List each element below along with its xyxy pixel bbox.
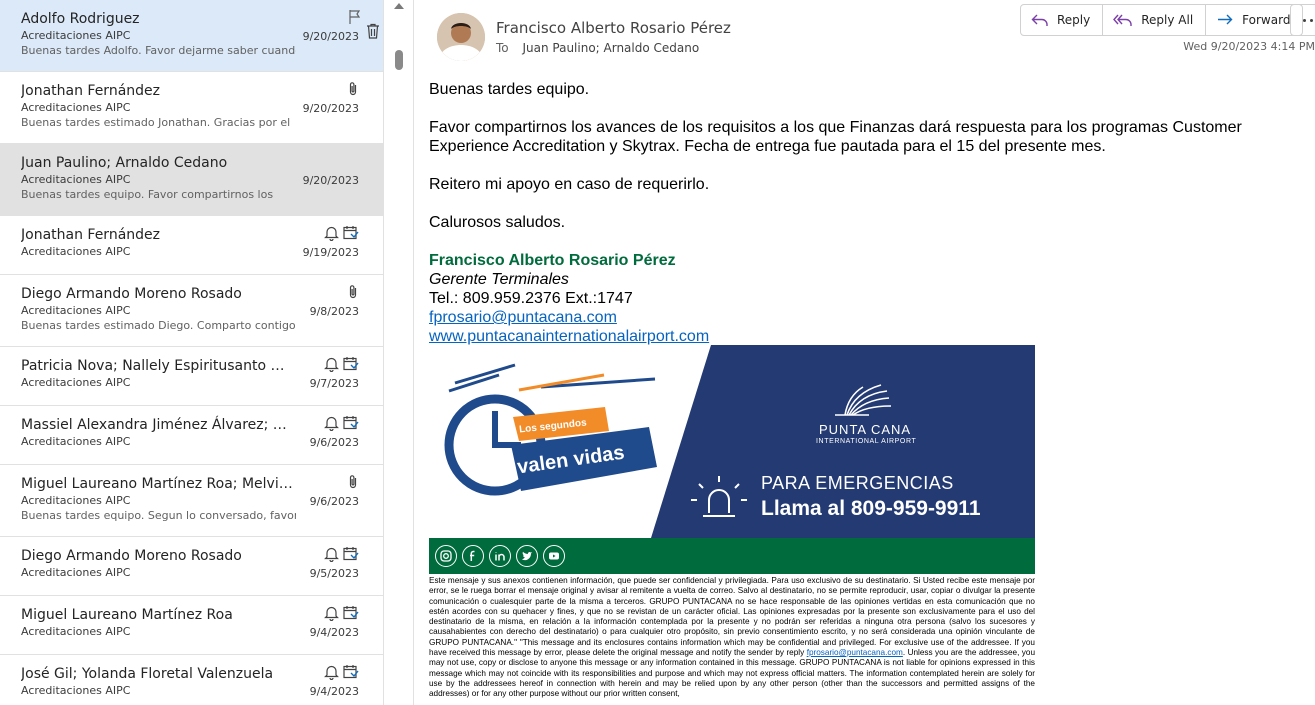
message-date: 9/6/2023 [309,436,359,449]
attachment-icon [347,81,359,97]
attachment-icon [347,284,359,300]
message-sender: Diego Armando Moreno Rosado [21,548,242,564]
reminder-bell-icon [324,356,339,372]
message-sender: Diego Armando Moreno Rosado [21,286,242,302]
delete-icon[interactable] [366,23,380,39]
message-date: 9/4/2023 [309,626,359,639]
meeting-calendar-icon [343,225,359,241]
signature-banner[interactable]: Los segundos valen vidas PUNTA CANA INTE… [429,345,1035,538]
banner-brand: PUNTA CANA [819,422,912,437]
message-item[interactable]: Diego Armando Moreno Rosado Acreditacion… [0,537,383,596]
message-sender: Miguel Laureano Martínez Roa; Melvin... [21,476,293,492]
message-sender: Massiel Alexandra Jiménez Álvarez; Ya... [21,417,293,433]
reminder-bell-icon [324,605,339,621]
reply-icon [1031,13,1049,27]
banner-call: Llama al 809-959-9911 [761,497,981,520]
more-dots-icon [1303,18,1306,22]
message-date: 9/4/2023 [309,685,359,698]
message-date: 9/8/2023 [309,305,359,318]
message-date: 9/5/2023 [309,567,359,580]
instagram-icon[interactable] [435,545,457,567]
message-sender: Adolfo Rodriguez [21,11,140,27]
message-item[interactable]: Jonathan Fernández Acreditaciones AIPC B… [0,72,383,144]
disclaimer-email-link[interactable]: fprosario@puntacana.com [807,648,903,657]
body-paragraph: Favor compartirnos los avances de los re… [429,119,1242,155]
message-item[interactable]: Massiel Alexandra Jiménez Álvarez; Ya...… [0,406,383,465]
message-item[interactable]: Adolfo Rodriguez Acreditaciones AIPC Bue… [0,0,383,72]
recipients-line: To Juan Paulino; Arnaldo Cedano [496,41,699,55]
reminder-bell-icon [324,546,339,562]
message-preview: Buenas tardes equipo. Segun lo conversad… [21,509,296,522]
twitter-icon[interactable] [516,545,538,567]
meeting-calendar-icon [343,605,359,621]
sender-avatar [437,13,485,61]
message-preview: Buenas tardes estimado Diego. Comparto c… [21,319,296,332]
message-date: 9/7/2023 [309,377,359,390]
message-item[interactable]: Jonathan Fernández Acreditaciones AIPC 9… [0,216,383,275]
signature-email-link[interactable]: fprosario@puntacana.com [429,309,617,326]
message-date: 9/20/2023 [302,102,359,115]
message-sender: Miguel Laureano Martínez Roa [21,607,233,623]
message-sender: Juan Paulino; Arnaldo Cedano [21,155,228,171]
meeting-calendar-icon [343,415,359,431]
meeting-calendar-icon [343,664,359,680]
message-preview: Buenas tardes Adolfo. Favor dejarme sabe… [21,44,296,57]
reminder-bell-icon [324,415,339,431]
message-item[interactable]: Miguel Laureano Martínez Roa Acreditacio… [0,596,383,655]
banner-brand-sub: INTERNATIONAL AIRPORT [816,438,917,445]
signature-name: Francisco Alberto Rosario Pérez [429,252,676,269]
message-item[interactable]: José Gil; Yolanda Floretal Valenzuela Ac… [0,655,383,705]
signature-role: Gerente Terminales [429,271,569,288]
meeting-calendar-icon [343,546,359,562]
social-bar [429,538,1035,574]
recipients[interactable]: Juan Paulino; Arnaldo Cedano [522,41,699,55]
reading-pane: Francisco Alberto Rosario Pérez To Juan … [414,0,1315,705]
message-list: Adolfo Rodriguez Acreditaciones AIPC Bue… [0,0,384,705]
message-date: 9/20/2023 [302,30,359,43]
message-item[interactable]: Patricia Nova; Nallely Espiritusanto Me.… [0,347,383,406]
body-closing: Calurosos saludos. [429,214,566,231]
scroll-up-arrow-icon[interactable] [394,3,404,9]
attachment-icon [347,474,359,490]
reply-all-button[interactable]: Reply All [1103,5,1207,35]
forward-button[interactable]: Forward [1206,5,1302,35]
scrollbar-thumb[interactable] [395,50,403,70]
message-sender: Jonathan Fernández [21,83,160,99]
reminder-bell-icon [324,664,339,680]
message-list-scrollbar[interactable] [390,0,404,705]
reminder-bell-icon [324,225,339,241]
forward-icon [1216,13,1234,27]
linkedin-icon[interactable] [489,545,511,567]
signature-phone: Tel.: 809.959.2376 Ext.:1747 [429,290,633,307]
more-actions-button[interactable] [1290,4,1315,36]
message-sender: Patricia Nova; Nallely Espiritusanto Me.… [21,358,293,374]
flag-icon[interactable] [348,9,362,25]
message-date: 9/20/2023 [302,174,359,187]
message-item[interactable]: Juan Paulino; Arnaldo Cedano Acreditacio… [0,144,383,216]
message-preview: Buenas tardes estimado Jonathan. Gracias… [21,116,291,129]
signature-website-link[interactable]: www.puntacanainternationalairport.com [429,328,709,345]
sent-date: Wed 9/20/2023 4:14 PM [1183,40,1315,53]
message-item[interactable]: Diego Armando Moreno Rosado Acreditacion… [0,275,383,347]
body-greeting: Buenas tardes equipo. [429,81,590,98]
to-label: To [496,41,509,55]
reply-button[interactable]: Reply [1021,5,1104,35]
message-preview: Buenas tardes equipo. Favor compartirnos… [21,188,274,201]
youtube-icon[interactable] [543,545,565,567]
message-sender: Jonathan Fernández [21,227,160,243]
message-sender: José Gil; Yolanda Floretal Valenzuela [21,666,274,682]
sender-name[interactable]: Francisco Alberto Rosario Pérez [496,19,731,37]
banner-emergency: PARA EMERGENCIAS [761,473,954,493]
message-actions: Reply Reply All Forward [1020,4,1304,36]
message-date: 9/19/2023 [302,246,359,259]
facebook-icon[interactable] [462,545,484,567]
message-item[interactable]: Miguel Laureano Martínez Roa; Melvin... … [0,465,383,537]
reply-all-icon [1113,13,1133,27]
message-date: 9/6/2023 [309,495,359,508]
body-paragraph: Reitero mi apoyo en caso de requerirlo. [429,176,710,193]
legal-disclaimer: Este mensaje y sus anexos contienen info… [429,576,1036,699]
meeting-calendar-icon [343,356,359,372]
message-body: Buenas tardes equipo. Favor compartirnos… [429,80,1299,346]
